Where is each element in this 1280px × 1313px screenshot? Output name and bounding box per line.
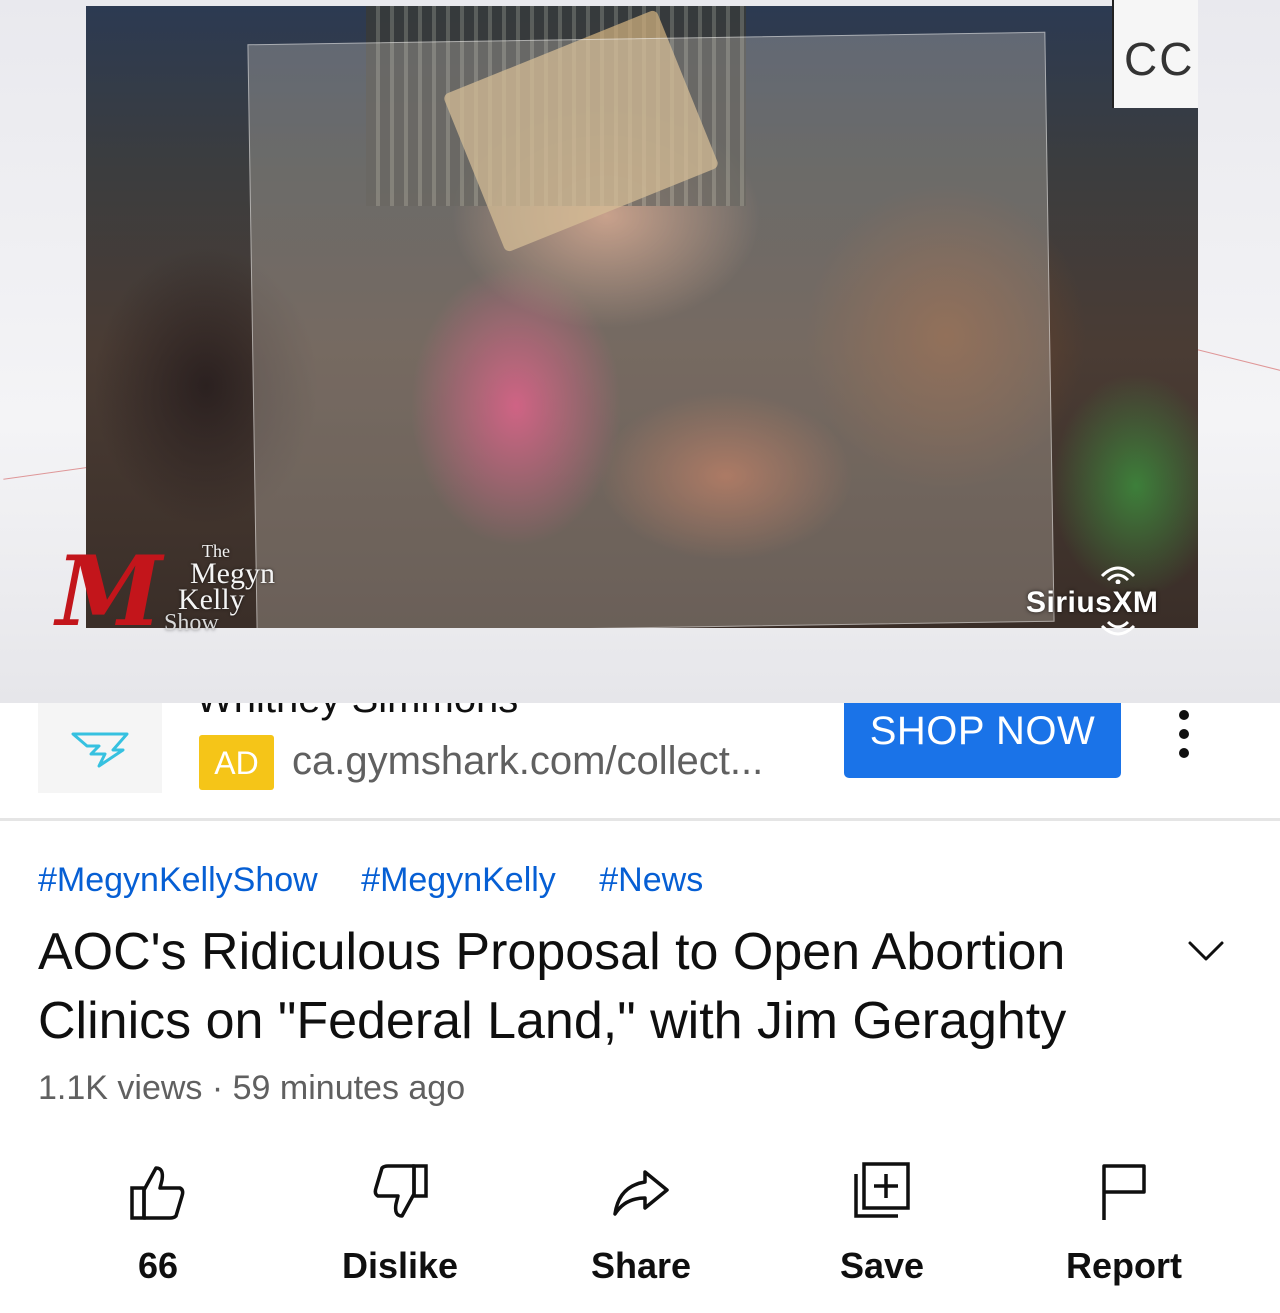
thumbs-down-icon xyxy=(373,1164,428,1218)
like-button[interactable]: 66 xyxy=(58,1150,258,1300)
report-button[interactable]: Report xyxy=(1024,1150,1224,1300)
protest-sign: CC xyxy=(1112,0,1198,108)
shop-now-button[interactable]: SHOP NOW xyxy=(844,703,1121,778)
signal-waves-icon xyxy=(1100,620,1136,636)
chevron-down-icon[interactable] xyxy=(1186,935,1226,965)
gymshark-logo-icon xyxy=(71,732,129,768)
share-button[interactable]: Share xyxy=(541,1150,741,1300)
megyn-kelly-show-logo: M The Megyn Kelly Show xyxy=(56,540,306,650)
menu-dot xyxy=(1179,728,1189,739)
divider xyxy=(0,818,1280,821)
ad-banner[interactable]: Whitney Simmons AD ca.gymshark.com/colle… xyxy=(0,703,1280,818)
logo-wordmark: The Megyn Kelly Show xyxy=(164,541,275,636)
more-vertical-icon[interactable] xyxy=(1166,703,1202,763)
signal-waves-icon xyxy=(1100,566,1136,584)
ad-badge: AD xyxy=(199,735,274,790)
video-title[interactable]: AOC's Ridiculous Proposal to Open Aborti… xyxy=(38,918,1148,1056)
logo-m-mark: M xyxy=(56,535,163,648)
report-label: Report xyxy=(1066,1245,1182,1286)
hashtag-link[interactable]: #MegynKellyShow xyxy=(38,861,318,899)
siriusxm-wordmark: SiriusXM xyxy=(1026,586,1159,619)
upload-age: 59 minutes ago xyxy=(232,1069,466,1107)
video-frame xyxy=(86,6,1198,628)
playlist-add-icon xyxy=(854,1162,910,1218)
menu-dot xyxy=(1179,748,1189,759)
ad-url[interactable]: ca.gymshark.com/collect... xyxy=(292,737,763,785)
thumbs-up-icon xyxy=(130,1166,185,1220)
dislike-button[interactable]: Dislike xyxy=(300,1150,500,1300)
dislike-label: Dislike xyxy=(341,1245,459,1286)
hashtag-link[interactable]: #MegynKelly xyxy=(361,861,556,899)
like-count: 66 xyxy=(137,1245,179,1286)
video-stats: 1.1K views · 59 minutes ago xyxy=(38,1066,465,1110)
save-label: Save xyxy=(839,1245,925,1286)
protest-sign-text: CC xyxy=(1124,33,1195,85)
share-label: Share xyxy=(590,1245,692,1286)
ad-advertiser-title: Whitney Simmons xyxy=(196,703,518,719)
video-player[interactable]: CC M The Megyn Kelly Show SiriusXM xyxy=(0,0,1280,703)
siriusxm-logo: SiriusXM xyxy=(1020,556,1220,656)
share-arrow-icon xyxy=(613,1170,669,1216)
overlay-sheet xyxy=(247,31,1055,628)
menu-dot xyxy=(1179,709,1189,720)
hashtag-link[interactable]: #News xyxy=(599,861,703,899)
flag-icon xyxy=(1102,1164,1146,1220)
view-count: 1.1K views xyxy=(38,1069,203,1107)
gymshark-logo-icon[interactable] xyxy=(38,703,162,793)
hashtag-list: #MegynKellyShow #MegynKelly #News xyxy=(38,858,737,902)
stats-separator: · xyxy=(211,1069,224,1107)
save-button[interactable]: Save xyxy=(782,1150,982,1300)
